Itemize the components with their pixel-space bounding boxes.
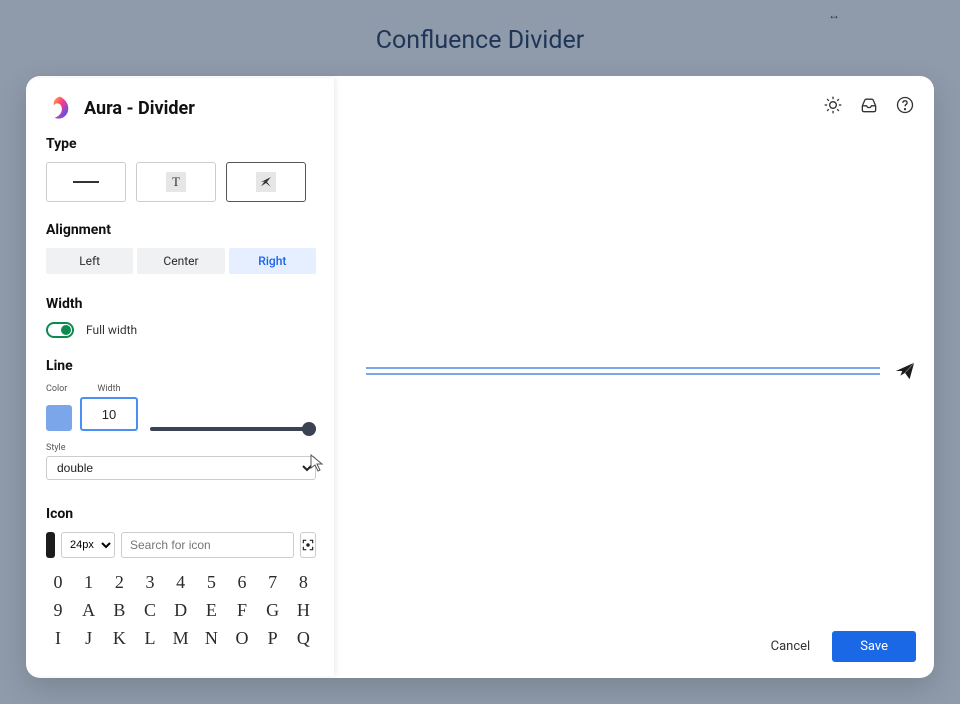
- type-option-icon[interactable]: [226, 162, 306, 202]
- icon-glyph[interactable]: 8: [291, 570, 315, 594]
- alignment-options: Left Center Right: [46, 248, 316, 274]
- align-left-button[interactable]: Left: [46, 248, 133, 274]
- line-color-swatch[interactable]: [46, 405, 72, 431]
- type-option-text[interactable]: T: [136, 162, 216, 202]
- line-color-label: Color: [46, 384, 67, 394]
- config-sidebar: Aura - Divider Type T Alignment Left Cen…: [28, 78, 334, 676]
- icon-glyph[interactable]: N: [199, 626, 223, 650]
- aura-logo-icon: [46, 94, 74, 122]
- divider-preview: [366, 356, 916, 386]
- modal-footer: Cancel Save: [763, 631, 916, 662]
- icon-glyph[interactable]: 6: [230, 570, 254, 594]
- icon-glyph[interactable]: 7: [261, 570, 285, 594]
- icon-picker-expand-button[interactable]: [300, 532, 316, 558]
- alignment-section-label: Alignment: [46, 222, 316, 238]
- icon-color-swatch[interactable]: [46, 532, 55, 558]
- line-style-label: Style: [46, 443, 316, 453]
- icon-glyph[interactable]: 4: [169, 570, 193, 594]
- type-options: T: [46, 162, 316, 202]
- icon-glyph[interactable]: L: [138, 626, 162, 650]
- icon-glyph[interactable]: C: [138, 598, 162, 622]
- align-center-button[interactable]: Center: [137, 248, 224, 274]
- icon-glyph[interactable]: P: [261, 626, 285, 650]
- brightness-icon[interactable]: [822, 94, 844, 116]
- icon-glyph[interactable]: 1: [77, 570, 101, 594]
- full-width-label: Full width: [86, 323, 137, 337]
- icon-grid: 012345678 9ABCDEFGH IJKLMNOPQ: [46, 570, 316, 650]
- full-width-toggle[interactable]: [46, 322, 74, 338]
- paper-plane-icon: [894, 360, 916, 382]
- icon-glyph[interactable]: Q: [291, 626, 315, 650]
- save-button[interactable]: Save: [832, 631, 916, 662]
- icon-glyph[interactable]: F: [230, 598, 254, 622]
- page-title: Confluence Divider: [0, 26, 960, 55]
- editor-modal: Aura - Divider Type T Alignment Left Cen…: [26, 76, 934, 678]
- icon-glyph[interactable]: 2: [107, 570, 131, 594]
- icon-glyph[interactable]: J: [77, 626, 101, 650]
- cancel-button[interactable]: Cancel: [763, 633, 819, 660]
- line-width-input[interactable]: [80, 397, 138, 431]
- width-section-label: Width: [46, 296, 316, 312]
- resize-handle-icon[interactable]: ↔: [828, 8, 840, 22]
- icon-glyph[interactable]: 5: [199, 570, 223, 594]
- panel-title: Aura - Divider: [84, 98, 195, 119]
- icon-glyph[interactable]: A: [77, 598, 101, 622]
- icon-search-input[interactable]: [121, 532, 294, 558]
- icon-glyph[interactable]: H: [291, 598, 315, 622]
- icon-glyph[interactable]: K: [107, 626, 131, 650]
- icon-glyph[interactable]: 0: [46, 570, 70, 594]
- preview-line: [366, 367, 880, 375]
- line-width-slider[interactable]: [150, 427, 316, 431]
- icon-glyph[interactable]: I: [46, 626, 70, 650]
- help-icon[interactable]: [894, 94, 916, 116]
- icon-glyph[interactable]: B: [107, 598, 131, 622]
- icon-section-label: Icon: [46, 506, 316, 522]
- line-section-label: Line: [46, 358, 316, 374]
- icon-glyph[interactable]: O: [230, 626, 254, 650]
- line-style-select[interactable]: double: [46, 456, 316, 480]
- type-section-label: Type: [46, 136, 316, 152]
- icon-glyph[interactable]: D: [169, 598, 193, 622]
- align-right-button[interactable]: Right: [229, 248, 316, 274]
- icon-glyph[interactable]: 3: [138, 570, 162, 594]
- icon-size-select[interactable]: 24px: [61, 532, 115, 558]
- icon-glyph[interactable]: 9: [46, 598, 70, 622]
- icon-glyph[interactable]: G: [261, 598, 285, 622]
- type-option-line[interactable]: [46, 162, 126, 202]
- line-width-label: Width: [97, 384, 120, 394]
- icon-glyph[interactable]: M: [169, 626, 193, 650]
- icon-glyph[interactable]: E: [199, 598, 223, 622]
- inbox-icon[interactable]: [858, 94, 880, 116]
- header-actions: [822, 94, 916, 116]
